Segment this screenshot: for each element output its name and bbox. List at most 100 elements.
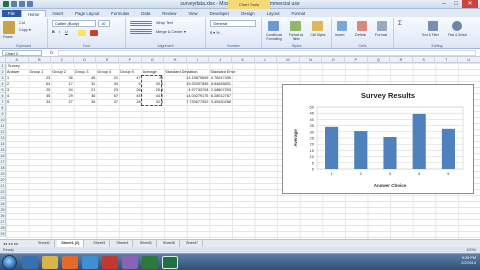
chart[interactable]: Survey Results 0 5 10 15 20 25 30 35 40 45 50 1 2 3 4 5 A… <box>282 84 474 194</box>
y-tick-label: 20 <box>310 142 315 147</box>
conditional-formatting-button[interactable]: Conditional Formatting <box>263 33 285 41</box>
tab-formulas[interactable]: Formulas <box>105 10 135 17</box>
currency-button[interactable]: $ ▾ % , <box>210 30 222 35</box>
clock-date: 2/2/2014 <box>461 261 476 265</box>
system-clock[interactable]: 9:26 PM 2/2/2014 <box>461 256 476 266</box>
sheet-tab[interactable]: Sheet4 <box>112 240 134 247</box>
data-cell[interactable]: 7.730677502 <box>165 99 208 105</box>
conditional-formatting-icon[interactable] <box>268 21 279 31</box>
font-label: Font <box>82 44 91 48</box>
format-cells-icon[interactable] <box>377 21 387 31</box>
title-bar: surveydata.xlsx - Microsoft Excel non-co… <box>0 0 480 9</box>
underline-button[interactable]: U <box>65 30 68 34</box>
app2-icon[interactable] <box>122 256 138 269</box>
paste-button[interactable]: Paste <box>3 35 13 39</box>
chart-title: Survey Results <box>361 91 415 100</box>
app3-icon[interactable] <box>142 256 158 269</box>
tab-view[interactable]: View <box>182 10 203 17</box>
x-tick-label: 5 <box>447 171 450 176</box>
data-cell[interactable]: 3.45430288 <box>210 99 231 105</box>
find-select-icon[interactable] <box>452 21 462 31</box>
sheet-nav-arrows[interactable]: ◂◂ ◂ ▸ ▸▸ <box>3 241 18 246</box>
format-table-icon[interactable] <box>290 21 301 31</box>
y-tick-label: 25 <box>310 136 315 141</box>
start-button[interactable] <box>2 255 17 270</box>
data-cell[interactable]: 5 <box>7 99 28 105</box>
formula-input[interactable] <box>58 50 476 56</box>
close-button[interactable]: ✕ <box>462 0 478 8</box>
data-cell[interactable]: 27 <box>52 99 73 105</box>
y-tick-label: 35 <box>310 123 315 128</box>
font-name-box[interactable]: Calibri (Body) <box>52 20 96 27</box>
media-player-icon[interactable] <box>62 256 78 269</box>
browser-icon[interactable] <box>82 256 98 269</box>
sheet-tab[interactable]: Sheet1 (2) <box>57 240 85 247</box>
fx-label[interactable]: fx <box>50 50 54 55</box>
sheet-tab[interactable]: Sheet6 <box>159 240 180 247</box>
data-cell[interactable]: 34 <box>30 99 50 105</box>
merge-center-button[interactable]: Merge & Center ▾ <box>156 29 186 34</box>
y-tick-label: 50 <box>310 105 315 110</box>
font-size-box[interactable]: 10 <box>98 20 110 27</box>
data-cell[interactable]: 28 <box>120 99 140 105</box>
styles-label: Styles <box>291 44 302 48</box>
maximize-button[interactable]: □ <box>450 0 462 8</box>
tab-page-layout[interactable]: Page Layout <box>69 10 105 17</box>
cell-styles-button[interactable]: Cell Styles <box>308 33 328 37</box>
tab-layout[interactable]: Layout <box>261 10 286 17</box>
format-as-table-button[interactable]: Format as Table <box>286 33 306 41</box>
delete-cells-icon[interactable] <box>357 21 367 31</box>
name-box[interactable]: Chart 2 <box>2 50 42 56</box>
number-format-box[interactable]: General <box>210 20 256 27</box>
number-group: General $ ▾ % , Number <box>206 18 262 48</box>
tab-design[interactable]: Design <box>235 10 260 17</box>
sheet-tab[interactable]: Sheet5 <box>136 240 157 247</box>
y-tick-label: 0 <box>312 167 315 172</box>
taskbar: 9:26 PM 2/2/2014 <box>0 253 480 270</box>
tab-insert[interactable]: Insert <box>46 10 69 17</box>
sort-filter-button[interactable]: Sort & Filter <box>422 33 439 37</box>
tab-format[interactable]: Format <box>286 10 312 17</box>
minimize-button[interactable]: – <box>438 0 450 8</box>
data-cell[interactable]: 36 <box>75 99 95 105</box>
find-select-button[interactable]: Find & Select <box>448 33 467 37</box>
insert-cells-icon[interactable] <box>337 21 347 31</box>
x-tick-label: 3 <box>389 171 392 176</box>
tab-home[interactable]: Home <box>20 10 47 17</box>
sheet-tab[interactable]: Sheet7 <box>182 240 204 247</box>
align-icon[interactable] <box>130 21 152 26</box>
format-button[interactable]: Format <box>375 33 387 37</box>
align-bottom-icon[interactable] <box>130 29 152 34</box>
insert-button[interactable]: Insert <box>335 33 345 37</box>
y-tick-label: 30 <box>310 129 315 134</box>
cell-styles-icon[interactable] <box>312 21 323 31</box>
editing-label: Editing <box>431 44 443 48</box>
tab-file[interactable]: File <box>2 10 21 17</box>
excel-taskbar-icon[interactable] <box>162 256 178 269</box>
autosum-icon[interactable]: Σ <box>398 21 402 27</box>
delete-button[interactable]: Delete <box>355 33 366 37</box>
paste-icon[interactable] <box>3 21 15 34</box>
tab-developer[interactable]: Developer <box>204 10 236 17</box>
app-icon[interactable] <box>102 256 118 269</box>
alignment-label: Alignment <box>157 44 174 48</box>
font-color-icon[interactable] <box>90 30 98 36</box>
bar <box>441 128 455 169</box>
cut-button[interactable]: Cut <box>19 21 25 25</box>
status-mode: Ready <box>3 248 14 252</box>
wrap-text-button[interactable]: Wrap Text <box>156 21 173 25</box>
sort-filter-icon[interactable] <box>428 21 438 31</box>
italic-button[interactable]: I <box>59 30 60 34</box>
fill-color-icon[interactable] <box>78 30 86 36</box>
sheet-tab[interactable]: Sheet1 <box>34 240 56 247</box>
folder-icon[interactable] <box>42 256 58 269</box>
tab-data[interactable]: Data <box>135 10 156 17</box>
tab-review[interactable]: Review <box>156 10 182 17</box>
sheet-tab[interactable]: Sheet3 <box>89 240 111 247</box>
copy-button[interactable]: Copy ▾ <box>19 27 31 32</box>
formula-bar: Chart 2 fx <box>0 49 480 57</box>
bar <box>354 131 368 169</box>
data-cell[interactable]: 37 <box>97 99 118 105</box>
bold-button[interactable]: B <box>52 30 55 34</box>
ie-icon[interactable] <box>22 256 38 269</box>
